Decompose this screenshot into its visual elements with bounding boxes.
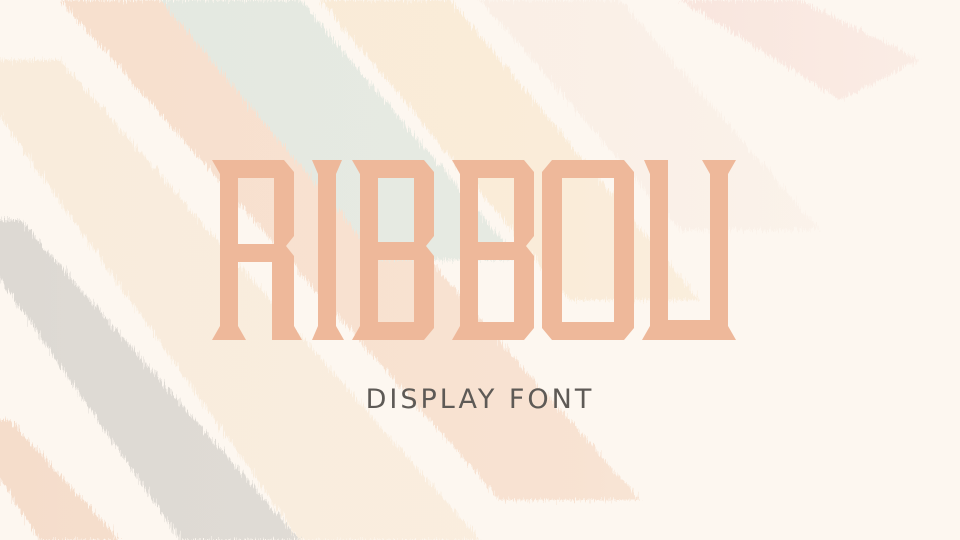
- font-title-logo: RIBBON: [212, 160, 752, 340]
- letter-o: [542, 160, 634, 340]
- letter-b1: [352, 160, 434, 340]
- poster-canvas: RIBBON DISPLAY FONT: [0, 0, 960, 540]
- letter-b2: [452, 160, 534, 340]
- letter-r: [212, 160, 302, 340]
- subtitle-display-font: DISPLAY FONT: [365, 384, 595, 415]
- letter-n: [642, 160, 736, 340]
- ribbon-wordmark: [212, 160, 736, 340]
- letter-i: [312, 160, 344, 340]
